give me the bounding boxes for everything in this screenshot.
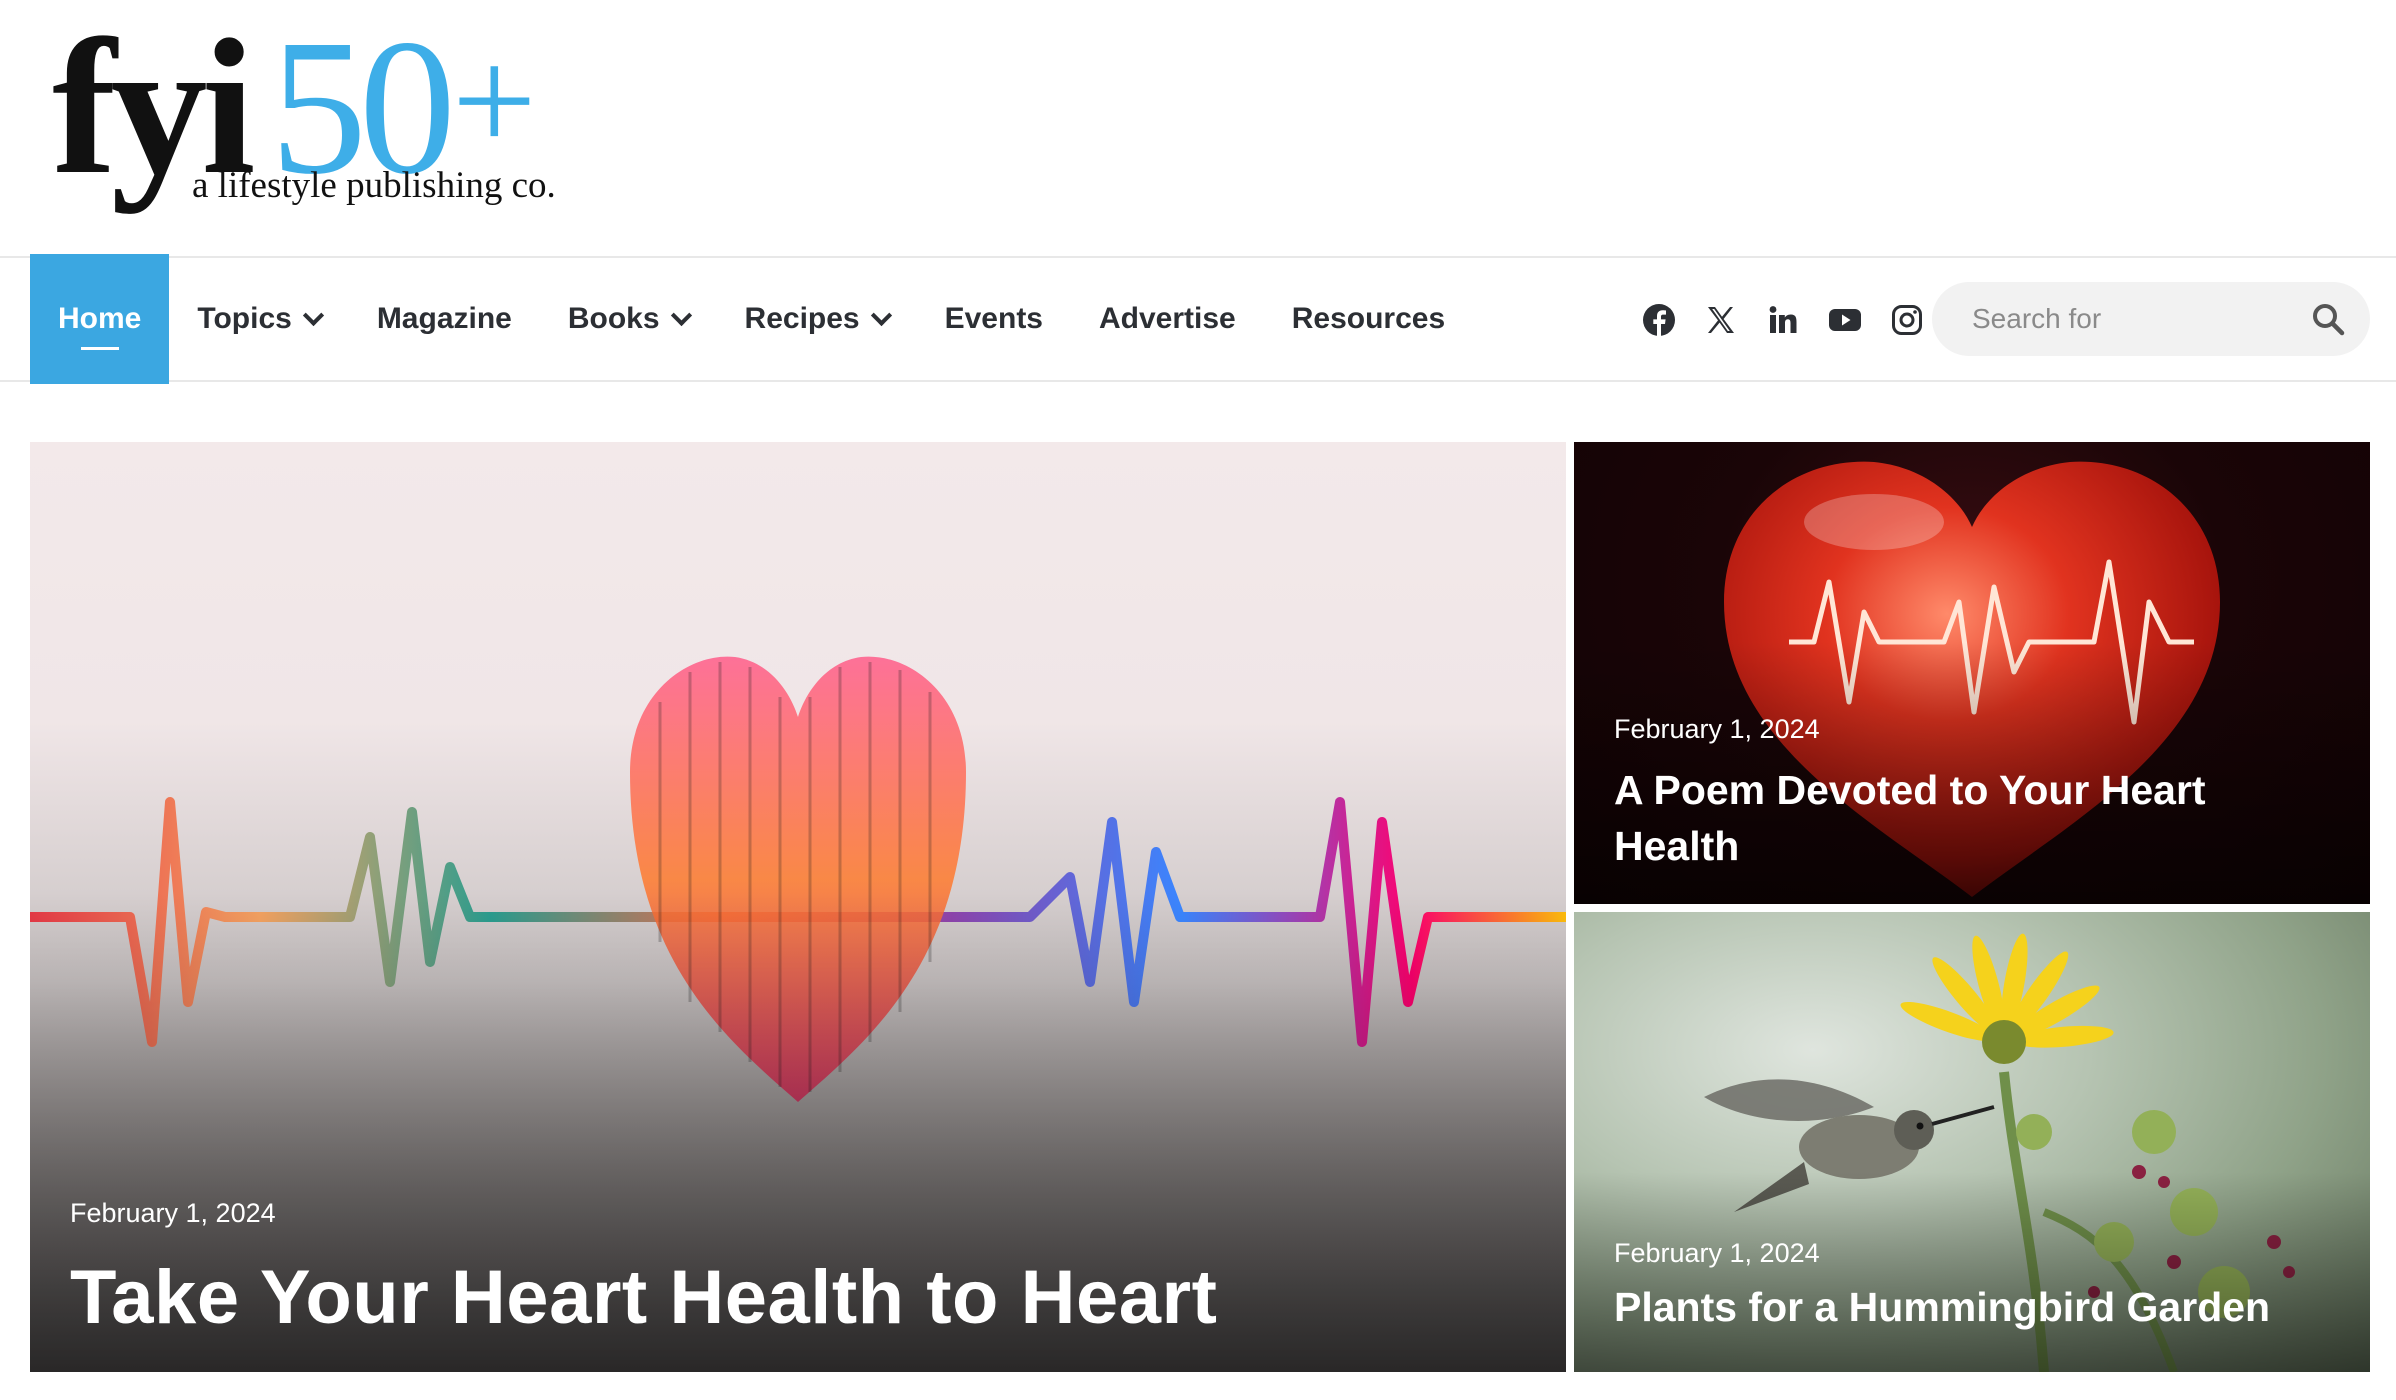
nav-item-label: Books [567, 302, 660, 335]
nav-item-books[interactable]: Books [540, 254, 717, 384]
nav-item-label: Home [58, 302, 142, 335]
linkedin-icon[interactable] [1766, 303, 1800, 337]
post-date: February 1, 2024 [70, 1198, 276, 1228]
youtube-icon[interactable] [1828, 303, 1862, 337]
search-input[interactable] [1972, 303, 2312, 335]
social-links [1642, 258, 1924, 382]
nav-item-label: Resources [1291, 302, 1446, 335]
nav-item-label: Recipes [744, 302, 860, 335]
nav-item-recipes[interactable]: Recipes [717, 254, 917, 384]
nav-item-home[interactable]: Home [30, 254, 170, 384]
nav-item-label: Events [944, 302, 1043, 335]
x-icon[interactable] [1704, 303, 1738, 337]
site-header: fyi 50 + a lifestyle publishing co. [0, 0, 2396, 256]
facebook-icon[interactable] [1642, 303, 1676, 337]
post-date: February 1, 2024 [1614, 1238, 1820, 1268]
logo-tagline: a lifestyle publishing co. [192, 165, 556, 206]
chevron-down-icon [670, 304, 692, 326]
nav-item-events[interactable]: Events [917, 254, 1071, 384]
nav-item-label: Advertise [1099, 302, 1236, 335]
search-box [1932, 282, 2370, 356]
featured-post-main[interactable]: February 1, 2024 Take Your Heart Health … [30, 442, 1566, 1372]
nav-item-topics[interactable]: Topics [169, 254, 348, 384]
main-navigation: Home Topics Magazine Books Recipes Event… [0, 254, 2396, 384]
chevron-down-icon [870, 304, 892, 326]
post-title[interactable]: Plants for a Hummingbird Garden [1614, 1284, 2270, 1331]
nav-item-resources[interactable]: Resources [1264, 254, 1473, 384]
logo-plus: + [452, 18, 537, 184]
post-title[interactable]: Take Your Heart Health to Heart [70, 1254, 1217, 1341]
chevron-down-icon [302, 304, 324, 326]
nav-item-magazine[interactable]: Magazine [349, 254, 540, 384]
nav-item-label: Topics [197, 302, 292, 335]
post-date: February 1, 2024 [1614, 714, 1820, 744]
site-logo[interactable]: fyi 50 + a lifestyle publishing co. [52, 10, 572, 220]
nav-item-advertise[interactable]: Advertise [1071, 254, 1264, 384]
nav-menu: Home Topics Magazine Books Recipes Event… [30, 254, 1473, 384]
instagram-icon[interactable] [1890, 303, 1924, 337]
image-overlay [1574, 1172, 2370, 1372]
nav-item-label: Magazine [376, 302, 512, 335]
featured-post-hummingbird[interactable]: February 1, 2024 Plants for a Hummingbir… [1574, 912, 2370, 1372]
search-icon[interactable] [2310, 301, 2346, 337]
post-title[interactable]: A Poem Devoted to Your Heart Health [1614, 762, 2314, 874]
featured-post-heart-poem[interactable]: February 1, 2024 A Poem Devoted to Your … [1574, 442, 2370, 904]
